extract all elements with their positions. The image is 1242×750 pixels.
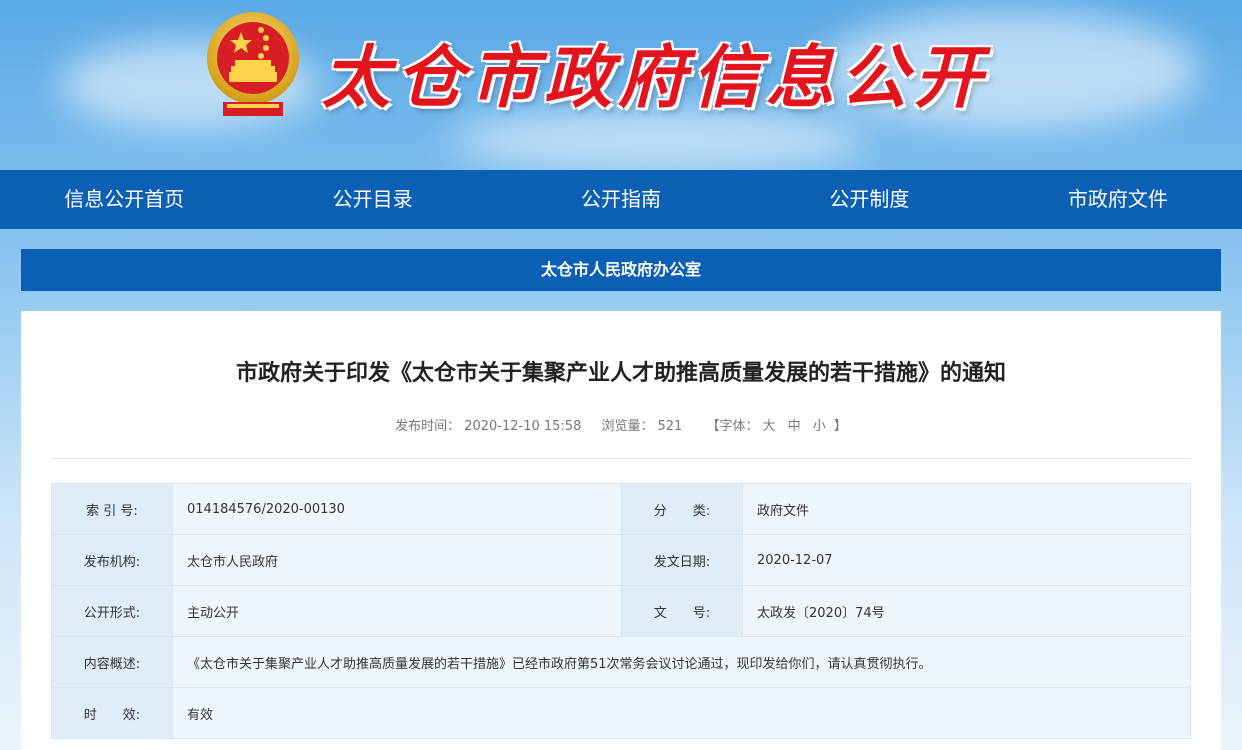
views-label: 浏览量： — [601, 419, 654, 434]
date-value: 2020-12-07 — [742, 534, 1191, 586]
summary-value: 《太仓市关于集聚产业人才助推高质量发展的若干措施》已经市政府第51次常务会议讨论… — [172, 636, 1191, 688]
divider — [51, 458, 1191, 459]
table-row: 索 引 号: 014184576/2020-00130 分 类: 政府文件 — [51, 483, 1191, 535]
category-value: 政府文件 — [742, 483, 1191, 535]
main-nav: 信息公开首页 公开目录 公开指南 公开制度 市政府文件 — [0, 170, 1242, 229]
index-label: 索 引 号: — [51, 483, 173, 535]
table-row: 内容概述: 《太仓市关于集聚产业人才助推高质量发展的若干措施》已经市政府第51次… — [51, 636, 1191, 688]
summary-label: 内容概述: — [51, 636, 173, 688]
font-size-close: 】 — [833, 419, 847, 434]
date-label: 发文日期: — [621, 534, 743, 586]
org-label: 发布机构: — [51, 534, 173, 586]
nav-item-documents[interactable]: 市政府文件 — [994, 170, 1242, 229]
views-count: 521 — [657, 419, 683, 434]
form-label: 公开形式: — [51, 585, 173, 637]
page-title: 市政府关于印发《太仓市关于集聚产业人才助推高质量发展的若干措施》的通知 — [235, 361, 1006, 386]
site-title: 太仓市政府信息公开 — [322, 38, 989, 118]
font-medium-button[interactable]: 中 — [788, 419, 801, 434]
form-value: 主动公开 — [172, 585, 622, 637]
validity-label: 时 效: — [51, 687, 173, 739]
publish-label: 发布时间： — [395, 419, 461, 434]
document-info-table: 索 引 号: 014184576/2020-00130 分 类: 政府文件 发布… — [51, 483, 1191, 739]
number-value: 太政发〔2020〕74号 — [742, 585, 1191, 637]
number-label: 文 号: — [621, 585, 743, 637]
national-emblem-icon — [207, 12, 299, 116]
category-label: 分 类: — [621, 483, 743, 535]
site-banner: 太仓市政府信息公开 — [0, 0, 1242, 170]
nav-item-rules[interactable]: 公开制度 — [745, 170, 993, 229]
font-small-button[interactable]: 小 — [813, 419, 826, 434]
office-bar: 太仓市人民政府办公室 — [21, 249, 1221, 291]
content-panel: 市政府关于印发《太仓市关于集聚产业人才助推高质量发展的若干措施》的通知 发布时间… — [21, 311, 1221, 750]
font-large-button[interactable]: 大 — [762, 419, 775, 434]
font-size-open: 【字体： — [706, 419, 759, 434]
nav-item-guide[interactable]: 公开指南 — [497, 170, 745, 229]
table-row: 时 效: 有效 — [51, 687, 1191, 739]
validity-value: 有效 — [172, 687, 1191, 739]
table-row: 发布机构: 太仓市人民政府 发文日期: 2020-12-07 — [51, 534, 1191, 586]
nav-item-home[interactable]: 信息公开首页 — [0, 170, 248, 229]
index-value: 014184576/2020-00130 — [172, 483, 622, 535]
nav-item-catalog[interactable]: 公开目录 — [248, 170, 496, 229]
document-meta: 发布时间： 2020-12-10 15:58 浏览量： 521 【字体：大 中 小】 — [21, 415, 1221, 434]
org-value: 太仓市人民政府 — [172, 534, 622, 586]
publish-time: 2020-12-10 15:58 — [464, 419, 582, 434]
table-row: 公开形式: 主动公开 文 号: 太政发〔2020〕74号 — [51, 585, 1191, 637]
